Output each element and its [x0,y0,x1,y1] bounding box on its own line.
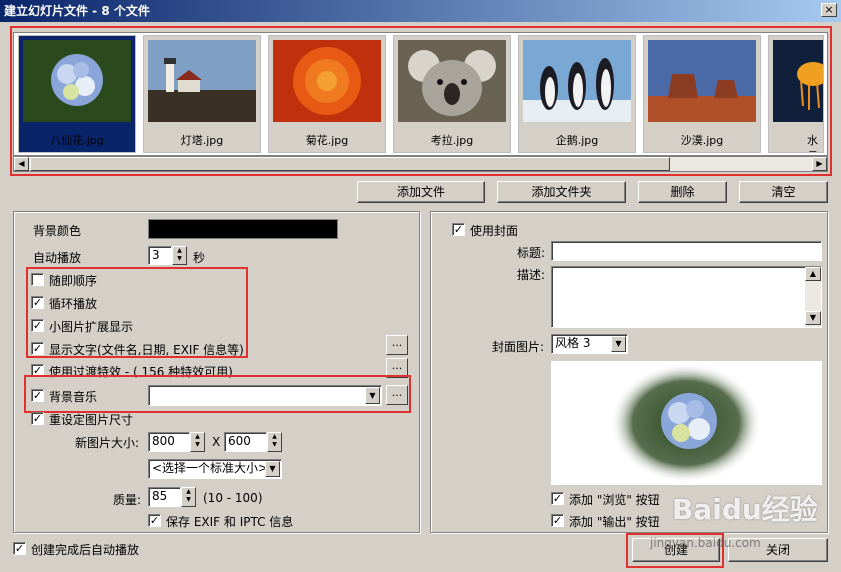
chevron-down-icon[interactable]: ▼ [265,461,280,477]
show-text-options-button[interactable]: ... [386,335,408,355]
scroll-up-icon[interactable]: ▲ [805,267,821,281]
width-input[interactable]: 800 [148,432,190,452]
title-bar: 建立幻灯片文件 - 8 个文件 [0,0,841,22]
description-label: 描述: [517,268,546,282]
autoplay-stepper[interactable]: ▲ ▼ [172,246,187,265]
highlight-frame [26,267,248,358]
watermark-logo: Baidu经验 [672,493,818,526]
standard-size-value: <选择一个标准大小> [152,461,269,475]
delete-button[interactable]: 删除 [638,181,727,203]
cover-title-input[interactable] [551,241,822,261]
chevron-down-icon[interactable]: ▼ [611,336,626,352]
cover-image-label: 封面图片: [492,340,545,354]
autoplay-label: 自动播放 [33,251,82,265]
autoplay-after-checkbox[interactable]: ✓ [13,542,26,555]
hydrangea-cover-photo [610,363,762,483]
autoplay-after-label: 创建完成后自动播放 [31,543,140,557]
add-folder-button[interactable]: 添加文件夹 [497,181,626,203]
highlight-frame [10,26,832,176]
add-export-checkbox[interactable]: ✓ [551,514,564,527]
keep-exif-checkbox[interactable]: ✓ [148,514,161,527]
bg-color-label: 背景颜色 [33,224,82,238]
autoplay-seconds-input[interactable]: 3 [148,246,172,265]
cover-style-select[interactable]: 风格 3 ▼ [551,334,628,354]
add-file-button[interactable]: 添加文件 [357,181,485,203]
quality-range: (10 - 100) [203,491,263,505]
use-cover-label: 使用封面 [470,224,519,238]
add-browse-label: 添加 "浏览" 按钮 [569,493,660,507]
keep-exif-label: 保存 EXIF 和 IPTC 信息 [166,515,294,529]
watermark-url: jingyan.baidu.com [650,536,761,550]
autoplay-unit: 秒 [193,251,206,265]
resize-label: 重设定图片尺寸 [49,413,134,427]
quality-stepper[interactable]: ▲ ▼ [181,487,196,507]
cover-style-value: 风格 3 [555,336,591,350]
cover-preview [551,361,822,485]
quality-input[interactable]: 85 [148,487,181,507]
standard-size-select[interactable]: <选择一个标准大小> ▼ [148,459,282,479]
size-x-label: X [212,435,221,449]
new-size-label: 新图片大小: [75,436,140,450]
quality-label: 质量: [113,493,142,507]
scroll-down-icon[interactable]: ▼ [805,311,821,325]
add-browse-checkbox[interactable]: ✓ [551,492,564,505]
height-stepper[interactable]: ▲ ▼ [267,432,282,452]
resize-checkbox[interactable]: ✓ [31,412,44,425]
use-cover-checkbox[interactable]: ✓ [452,223,465,236]
vertical-scrollbar[interactable]: ▲ ▼ [805,267,821,327]
height-input[interactable]: 600 [224,432,267,452]
bg-color-swatch[interactable] [148,219,338,239]
close-icon[interactable]: × [821,3,837,17]
clear-button[interactable]: 清空 [739,181,828,203]
highlight-frame [24,375,411,413]
width-stepper[interactable]: ▲ ▼ [190,432,205,452]
window-title: 建立幻灯片文件 - 8 个文件 [4,4,150,18]
add-export-label: 添加 "输出" 按钮 [569,515,660,529]
cover-description-textarea[interactable]: ▲ ▼ [551,266,822,328]
title-label: 标题: [517,246,546,260]
